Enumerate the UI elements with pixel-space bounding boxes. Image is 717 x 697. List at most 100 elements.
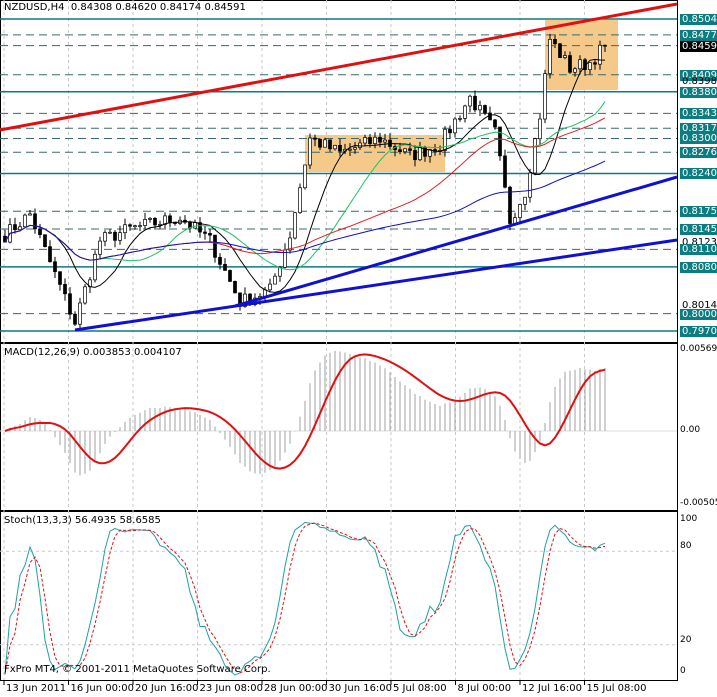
candle-body xyxy=(528,172,532,198)
candle-body xyxy=(33,213,37,230)
candle-body xyxy=(598,44,602,65)
candle-body xyxy=(73,313,77,325)
candle-body xyxy=(338,144,342,152)
candle-body xyxy=(43,234,47,248)
stoch-label: Stoch(13,3,3) 56.4935 58.6585 xyxy=(4,515,161,526)
macd-scale-max: 0.00569 xyxy=(680,344,717,354)
candle-body xyxy=(563,55,567,58)
candle-body xyxy=(603,44,607,47)
mt4-chart-window[interactable]: NZDUSD,H4 0.84308 0.84620 0.84174 0.8459… xyxy=(0,0,717,697)
candle-body xyxy=(368,137,372,144)
candle-body xyxy=(593,62,597,65)
candle-body xyxy=(373,136,377,144)
candle-body xyxy=(418,147,422,161)
candle-body xyxy=(78,302,82,325)
candle-body xyxy=(53,261,57,273)
candle-body xyxy=(98,240,102,255)
open-price: 0.84308 xyxy=(70,2,113,13)
macd-pane xyxy=(0,343,678,511)
candle-body xyxy=(28,213,32,216)
candle-body xyxy=(383,139,387,143)
price-level-label: 0.80000 xyxy=(680,308,717,320)
time-axis-label: 13 Jun 2011 xyxy=(6,683,67,694)
candle-body xyxy=(493,119,497,128)
candle-body xyxy=(453,118,457,134)
candle-body xyxy=(38,228,42,236)
candle-body xyxy=(273,275,277,285)
candle-body xyxy=(223,264,227,271)
candle-body xyxy=(318,138,322,148)
candle-body xyxy=(573,68,577,73)
candle-body xyxy=(518,204,522,218)
low-price: 0.84174 xyxy=(159,2,202,13)
candle-body xyxy=(473,95,477,111)
candle-body xyxy=(458,118,462,120)
candle-body xyxy=(113,231,117,241)
symbol-header: NZDUSD,H4 0.84308 0.84620 0.84174 0.8459… xyxy=(4,2,246,13)
candle-body xyxy=(378,136,382,143)
price-level-label: 0.81100 xyxy=(680,244,717,256)
candle-body xyxy=(298,187,302,214)
candle-body xyxy=(193,222,197,229)
time-axis-label: 23 Jun 08:00 xyxy=(199,683,264,694)
price-level-label: 0.82765 xyxy=(680,147,717,159)
candle-body xyxy=(553,39,557,45)
candle-body xyxy=(168,215,172,223)
candle-body xyxy=(103,232,107,242)
candle-body xyxy=(403,148,407,153)
candle-body xyxy=(143,219,147,226)
time-axis-label: 12 Jul 16:00 xyxy=(522,683,582,694)
candle-body xyxy=(478,105,482,111)
price-level-label: 0.81754 xyxy=(680,206,717,218)
candle-body xyxy=(548,39,552,74)
candle-body xyxy=(93,253,97,281)
candle-body xyxy=(523,196,527,205)
candle-body xyxy=(153,217,157,226)
candle-body xyxy=(558,43,562,58)
stoch-scale-20: 20 xyxy=(680,635,692,645)
candle-body xyxy=(13,224,17,231)
price-level-label: 0.79703 xyxy=(680,325,717,337)
price-level-label: 0.81450 xyxy=(680,223,717,235)
candle-body xyxy=(18,226,22,231)
time-axis-label: 15 Jul 08:00 xyxy=(586,683,647,694)
time-axis-label: 30 Jun 16:00 xyxy=(328,683,393,694)
candle-body xyxy=(538,118,542,140)
time-axis-label: 20 Jun 16:00 xyxy=(135,683,199,694)
candle-body xyxy=(48,246,52,263)
stoch-scale-100: 100 xyxy=(680,514,698,524)
stoch-scale-0: 0 xyxy=(680,666,686,676)
high-price: 0.84620 xyxy=(115,2,157,13)
candle-body xyxy=(203,231,207,234)
stoch-scale-80: 80 xyxy=(680,541,692,551)
candle-body xyxy=(543,73,547,120)
price-level-label: 0.83000 xyxy=(680,133,717,145)
candle-body xyxy=(128,224,132,227)
candle-body xyxy=(503,155,507,188)
candle-body xyxy=(448,128,452,134)
candle-body xyxy=(303,164,307,189)
candle-body xyxy=(208,233,212,236)
price-level-label: 0.80800 xyxy=(680,261,717,273)
candle-body xyxy=(138,225,142,227)
candle-body xyxy=(23,214,27,228)
candle-body xyxy=(63,284,67,295)
candle-body xyxy=(268,283,272,291)
price-level-label: 0.83430 xyxy=(680,108,717,120)
candle-body xyxy=(408,148,412,151)
candle-body xyxy=(578,59,582,70)
time-axis-label: 16 Jun 00:00 xyxy=(70,683,135,694)
candle-body xyxy=(358,142,362,148)
current-price-label: 0.84591 xyxy=(680,40,717,52)
price-level-label: 0.83980 xyxy=(682,76,717,88)
copyright: FxPro MT4, © 2001-2011 MetaQuotes Softwa… xyxy=(4,664,271,675)
consolidation-zone xyxy=(545,20,618,90)
stoch-k-line xyxy=(4,521,606,676)
candle-body xyxy=(68,293,72,315)
candle-body xyxy=(83,286,87,304)
candle-body xyxy=(488,112,492,121)
candle-body xyxy=(123,224,127,234)
close-price: 0.84591 xyxy=(204,2,246,13)
candle-body xyxy=(498,126,502,157)
candle-body xyxy=(568,55,572,73)
